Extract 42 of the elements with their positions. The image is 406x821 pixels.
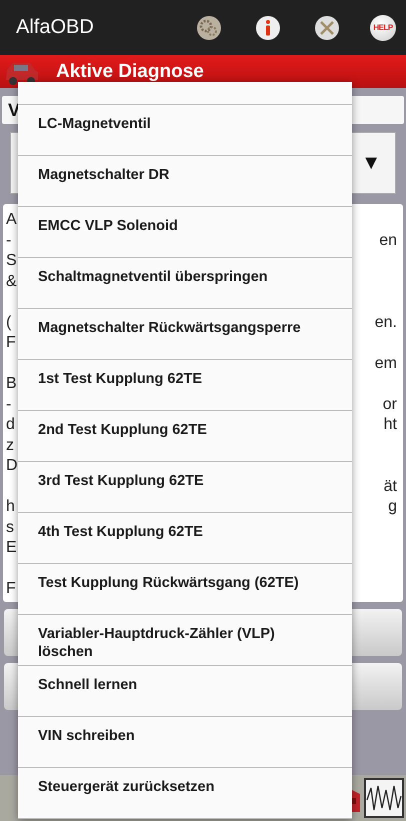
app-title: AlfaOBD [16,16,95,39]
description-text: s [6,518,14,538]
info-icon[interactable] [256,16,280,40]
description-text: D [6,456,18,476]
description-text: em [374,354,397,374]
menu-item[interactable]: Test Kupplung Rückwärtsgang (62TE) [18,564,352,615]
menu-item[interactable]: 1st Test Kupplung 62TE [18,360,352,411]
waveform-icon[interactable] [364,778,404,818]
description-text: B [6,374,17,394]
menu-item[interactable]: 2nd Test Kupplung 62TE [18,411,352,462]
menu-item[interactable]: 3rd Test Kupplung 62TE [18,462,352,513]
description-text: z [6,436,14,456]
description-text: ( [6,312,12,332]
help-button[interactable]: HELP [370,14,396,40]
menu-item[interactable]: Schnell lernen [18,666,352,717]
description-text: S [6,251,17,271]
menu-item[interactable]: Magnetschalter DR [18,156,352,207]
description-text: ät [384,476,397,496]
description-text: or [382,394,397,414]
menu-item[interactable]: Schaltmagnetventil überspringen [18,258,352,309]
description-text: d [6,415,15,435]
description-text: F [6,333,16,353]
menu-item[interactable]: EMCC VLP Solenoid [18,207,352,258]
menu-item[interactable]: VIN schreiben [18,717,352,768]
description-text: A [6,210,17,230]
menu-item[interactable]: Magnetschalter Rückwärtsgangsperre [18,309,352,360]
gear-icon[interactable] [197,16,221,40]
description-text: E [6,538,17,558]
menu-item[interactable]: 4th Test Kupplung 62TE [18,513,352,564]
description-text: h [6,497,15,517]
description-text: F [6,579,16,599]
description-text: - [6,230,12,250]
description-text: en [379,230,397,250]
menu-item[interactable]: Steuergerät zurücksetzen [18,768,352,819]
menu-item[interactable]: LC-Magnetventil [18,105,352,156]
description-text: en. [374,312,397,332]
screen-title: Aktive Diagnose [56,60,204,82]
menu-item[interactable]: Variabler-Hauptdruck-Zähler (VLP) löschen [18,615,352,666]
description-text: g [388,497,397,517]
description-text: - [6,394,12,414]
description-text: ht [384,415,397,435]
description-text: & [6,272,17,292]
